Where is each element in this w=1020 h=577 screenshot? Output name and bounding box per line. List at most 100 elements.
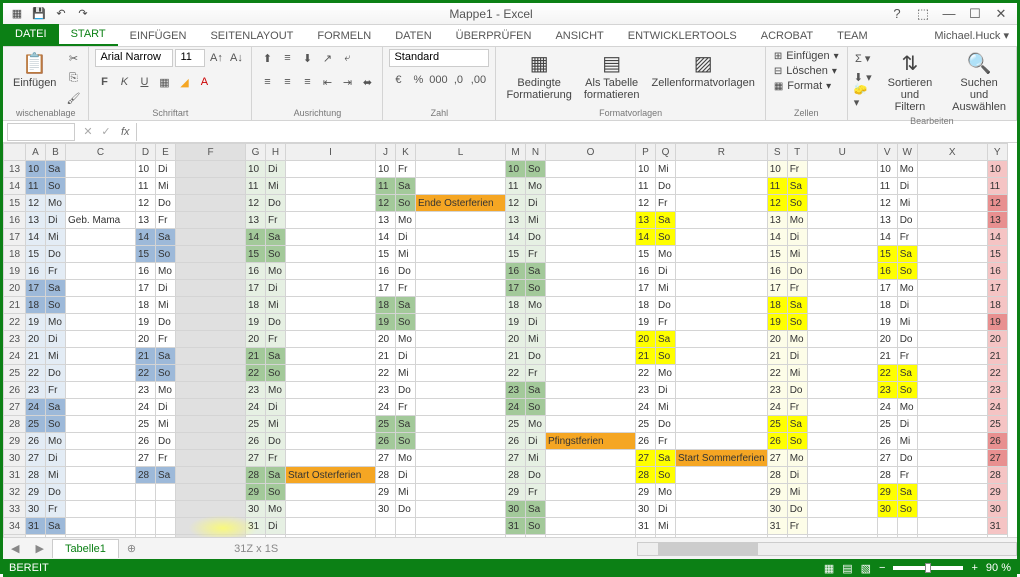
cell[interactable]: Sa [787,416,807,433]
align-bottom-icon[interactable]: ⬇ [298,49,316,67]
cell[interactable]: 11 [767,178,787,195]
cell[interactable]: 19 [987,314,1007,331]
cell[interactable] [416,161,506,178]
cell[interactable] [46,535,66,538]
cell[interactable]: Di [396,229,416,246]
cell[interactable]: 14 [136,229,156,246]
cell[interactable]: Do [396,263,416,280]
cell[interactable] [286,382,376,399]
cell[interactable]: Mo [46,195,66,212]
cell[interactable]: 18 [877,297,897,314]
cell[interactable]: Di [897,416,917,433]
cell[interactable] [176,450,246,467]
cell[interactable] [917,161,987,178]
cell[interactable] [176,433,246,450]
cell[interactable]: So [656,348,676,365]
cell[interactable]: Sa [46,280,66,297]
cell[interactable]: So [787,314,807,331]
row-header[interactable]: 15 [4,195,26,212]
cell[interactable]: 16 [767,263,787,280]
cell[interactable]: 30 [246,501,266,518]
cell[interactable] [136,484,156,501]
cell[interactable]: 26 [877,433,897,450]
cell[interactable]: 15 [877,246,897,263]
cell[interactable] [416,416,506,433]
cell[interactable]: Do [526,348,546,365]
cell[interactable]: 12 [987,195,1007,212]
cell[interactable]: Di [526,433,546,450]
cell[interactable] [286,280,376,297]
cell[interactable]: 22 [767,365,787,382]
cell[interactable]: 17 [767,280,787,297]
close-icon[interactable]: ✕ [989,6,1013,22]
excel-icon[interactable]: ▦ [7,5,27,23]
cell[interactable] [286,229,376,246]
autosum-icon[interactable]: Σ ▾ [854,49,872,67]
cell[interactable]: 20 [987,331,1007,348]
cell[interactable]: 21 [136,348,156,365]
cell[interactable]: 14 [506,229,526,246]
cell[interactable]: 30 [26,501,46,518]
align-middle-icon[interactable]: ≡ [278,49,296,67]
cell[interactable] [807,433,877,450]
cell[interactable]: Mo [526,416,546,433]
row-header[interactable]: 20 [4,280,26,297]
cell[interactable]: 22 [987,365,1007,382]
cell[interactable]: Do [396,382,416,399]
increase-font-icon[interactable]: A↑ [207,49,225,67]
cell[interactable] [767,535,787,538]
cell[interactable]: 26 [26,433,46,450]
cell[interactable] [396,518,416,535]
cell[interactable]: 20 [26,331,46,348]
cell[interactable]: Mo [526,297,546,314]
cell[interactable] [156,484,176,501]
cell[interactable] [546,331,636,348]
cell[interactable] [917,297,987,314]
col-header-E[interactable]: E [156,144,176,161]
cell[interactable]: 16 [136,263,156,280]
sheet-nav-next-icon[interactable]: ▶ [27,542,51,555]
cell[interactable] [66,348,136,365]
cell[interactable]: Sa [787,297,807,314]
align-top-icon[interactable]: ⬆ [258,49,276,67]
cell[interactable]: 18 [246,297,266,314]
cell[interactable] [286,399,376,416]
align-left-icon[interactable]: ≡ [258,73,276,91]
file-tab[interactable]: DATEI [3,24,59,46]
cell[interactable]: 10 [246,161,266,178]
cell[interactable] [66,365,136,382]
cell[interactable]: 29 [376,484,396,501]
fx-icon[interactable]: fx [115,126,136,138]
col-header-I[interactable]: I [286,144,376,161]
cell[interactable] [416,280,506,297]
cell[interactable] [546,467,636,484]
cell[interactable]: 18 [136,297,156,314]
cell[interactable]: 31 [767,518,787,535]
cell[interactable]: 12 [136,195,156,212]
row-header[interactable]: 22 [4,314,26,331]
cell[interactable]: Do [156,433,176,450]
cell[interactable]: 11 [136,178,156,195]
view-normal-icon[interactable]: ▦ [824,562,834,575]
cell[interactable]: 10 [506,161,526,178]
row-header[interactable]: 28 [4,416,26,433]
decrease-font-icon[interactable]: A↓ [227,49,245,67]
cell[interactable]: Do [656,178,676,195]
cell[interactable]: 11 [506,178,526,195]
cell[interactable] [807,246,877,263]
cell[interactable] [66,297,136,314]
cell[interactable]: So [46,416,66,433]
cell[interactable]: 28 [636,467,656,484]
cell[interactable]: Mo [46,433,66,450]
cell[interactable] [676,518,768,535]
cell[interactable]: 31 [987,518,1007,535]
cell[interactable] [156,535,176,538]
cell[interactable]: Mi [526,331,546,348]
cell[interactable]: 18 [506,297,526,314]
cell[interactable] [917,331,987,348]
cell[interactable]: 10 [987,161,1007,178]
cell[interactable]: 13 [767,212,787,229]
cell[interactable] [66,467,136,484]
cell[interactable]: Mo [656,246,676,263]
cell[interactable]: 28 [877,467,897,484]
